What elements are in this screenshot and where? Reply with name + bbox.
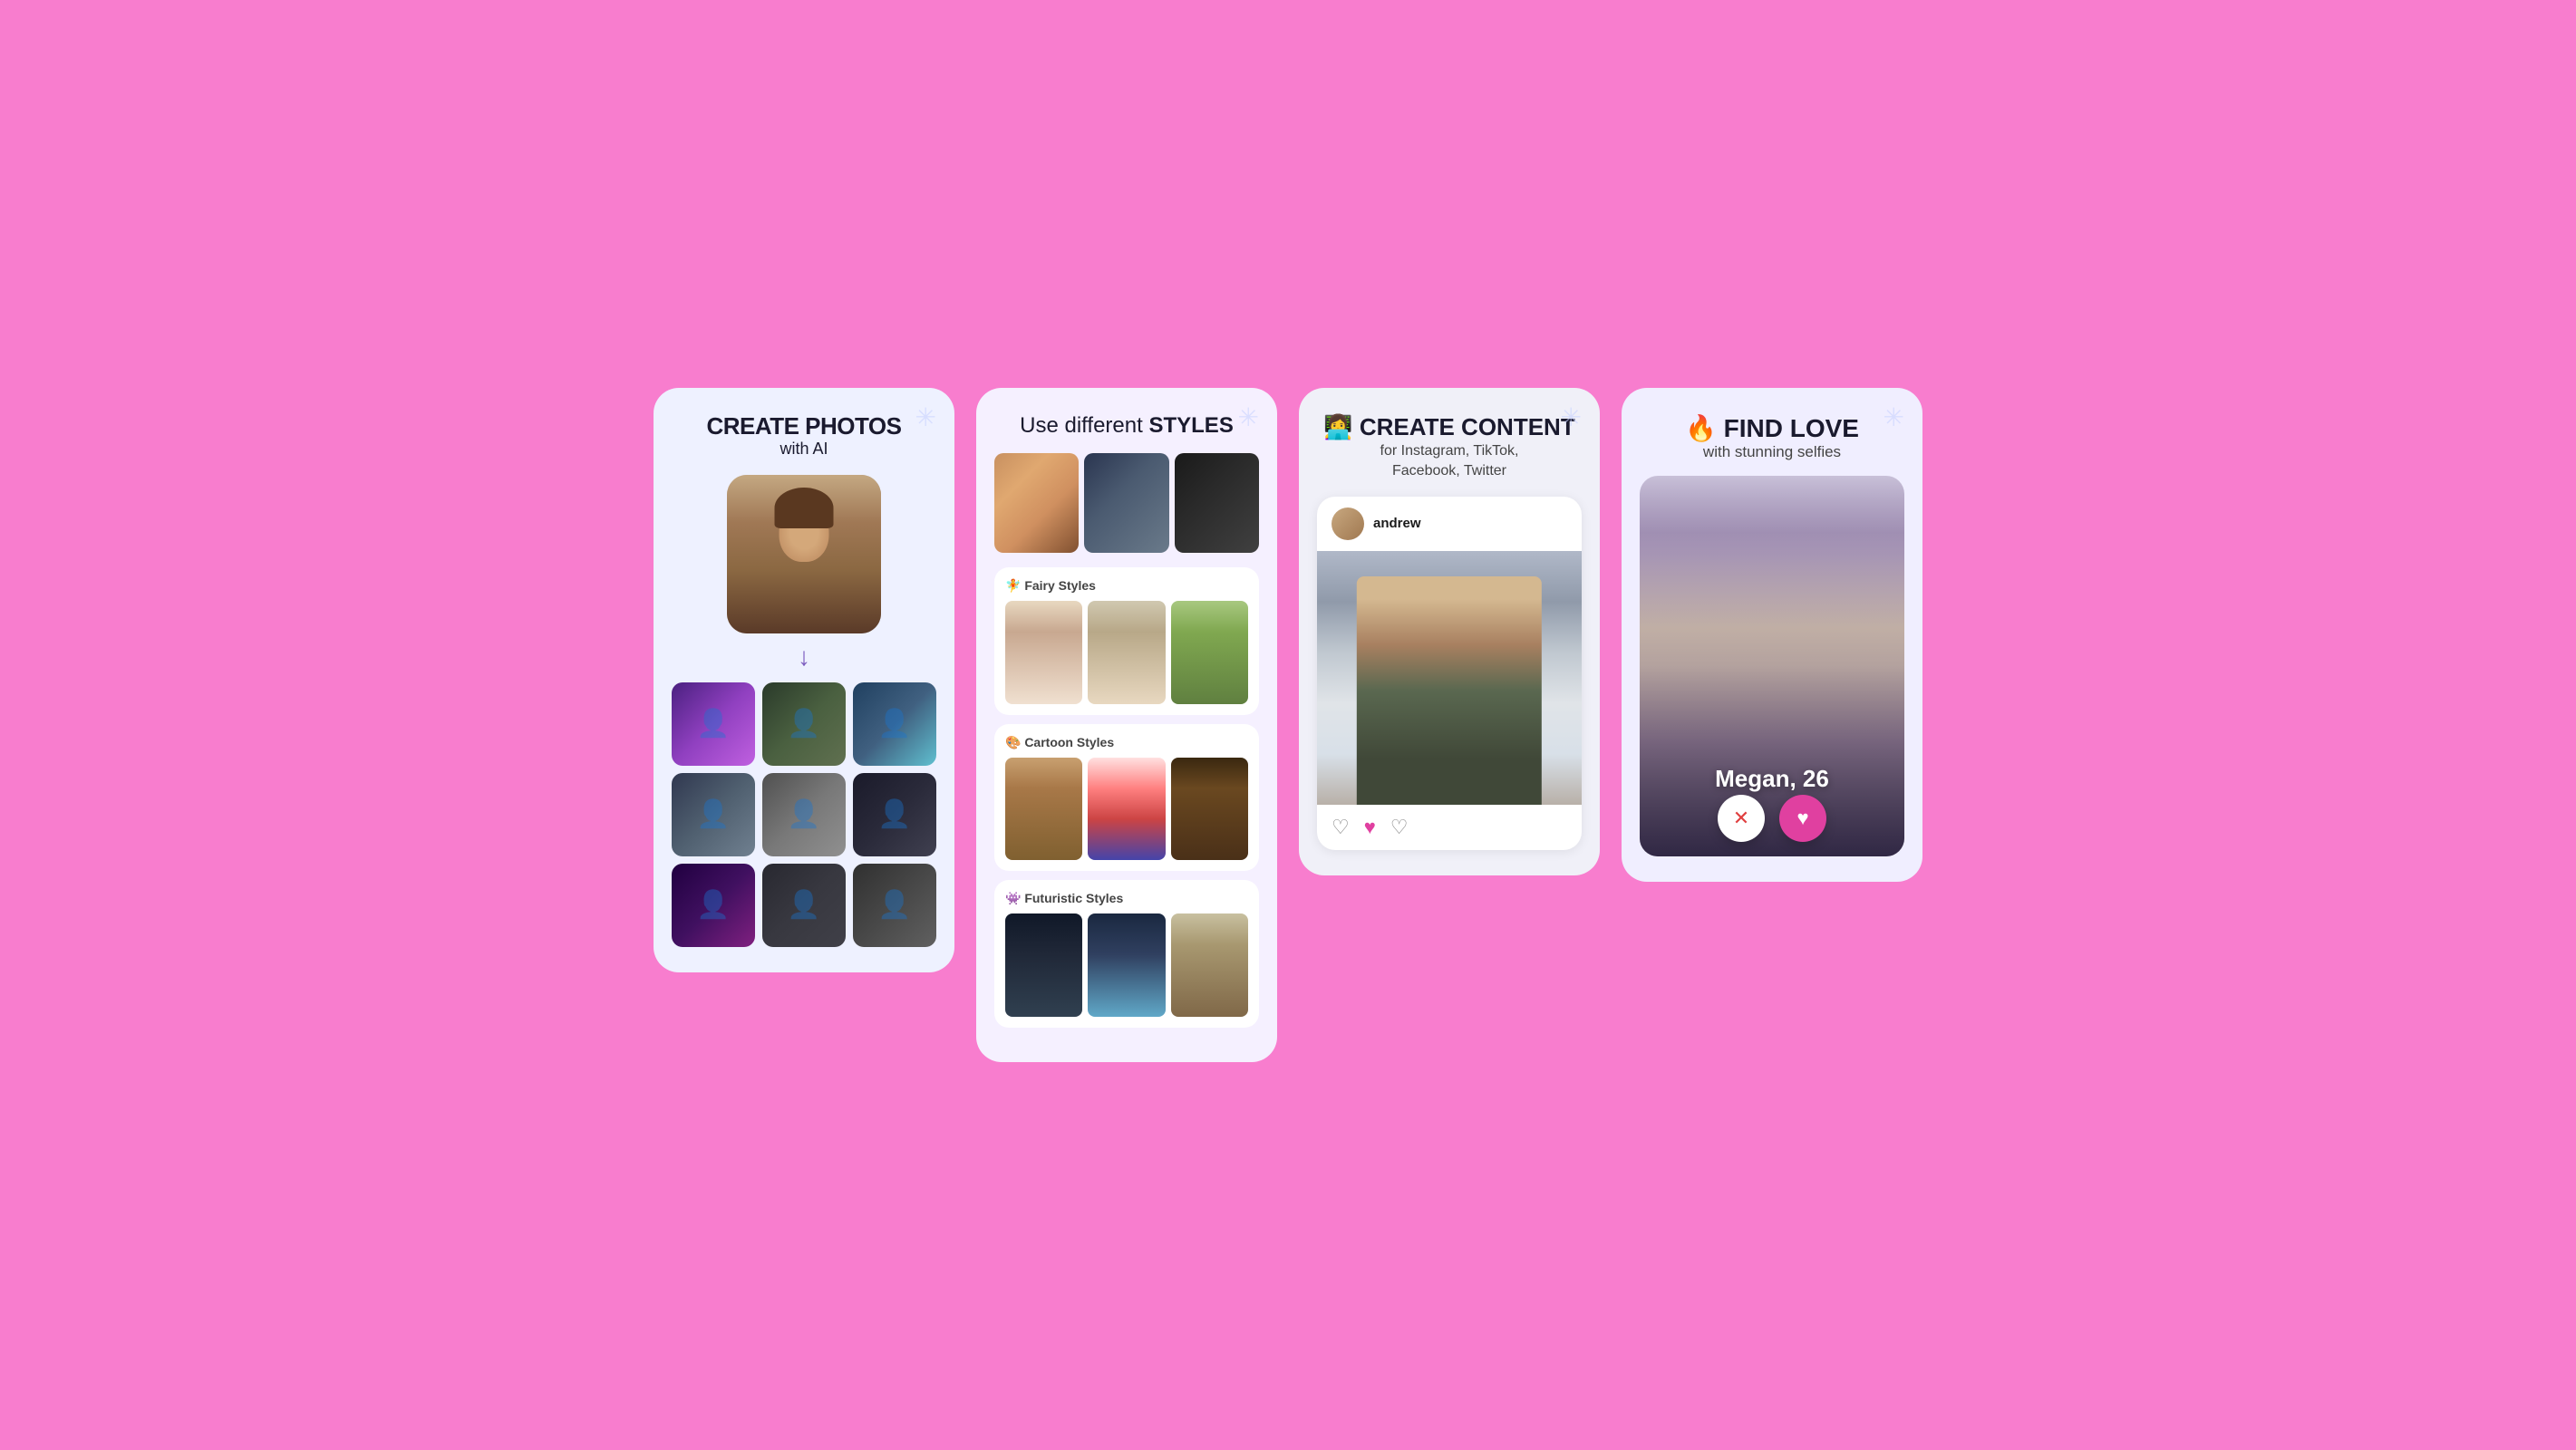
futuristic-img-2 xyxy=(1088,914,1165,1017)
photo-cell-3 xyxy=(853,682,936,766)
person-silhouette xyxy=(727,475,881,633)
find-love-title: 🔥 FIND LOVE xyxy=(1640,413,1904,443)
post-header: andrew xyxy=(1317,497,1582,551)
fairy-img-2 xyxy=(1088,601,1165,704)
photo-cell-2 xyxy=(762,682,846,766)
cartoon-img-2 xyxy=(1088,758,1165,861)
styles-title-bold: STYLES xyxy=(1148,413,1233,438)
styles-title: Use different STYLES xyxy=(994,413,1259,439)
style-img-3 xyxy=(1175,453,1259,553)
create-content-title: 👩‍💻 CREATE CONTENT xyxy=(1317,413,1582,441)
post-actions: ♡ ♥ ♡ xyxy=(1317,805,1582,850)
futuristic-img-1 xyxy=(1005,914,1082,1017)
like-icon-2[interactable]: ♥ xyxy=(1364,816,1376,839)
style-img-2 xyxy=(1084,453,1168,553)
selfie-container xyxy=(672,475,936,633)
card-create-photos: CREATE PHOTOS with AI ↓ xyxy=(654,388,954,972)
like-icon-3[interactable]: ♡ xyxy=(1390,816,1409,839)
love-image-container: Megan, 26 ✕ ♥ xyxy=(1640,476,1904,856)
photo-cell-7 xyxy=(672,864,755,947)
like-button[interactable]: ♥ xyxy=(1779,795,1826,842)
card-find-love: 🔥 FIND LOVE with stunning selfies Megan,… xyxy=(1622,388,1922,882)
fairy-styles-images xyxy=(1005,601,1248,704)
create-photos-title: CREATE PHOTOS xyxy=(672,413,936,440)
styles-title-prefix: Use different xyxy=(1020,413,1148,438)
fairy-img-1 xyxy=(1005,601,1082,704)
card-styles: Use different STYLES 🧚 Fairy Styles 🎨 Ca… xyxy=(976,388,1277,1062)
post-person xyxy=(1357,576,1542,805)
style-img-1 xyxy=(994,453,1079,553)
reject-button[interactable]: ✕ xyxy=(1718,795,1765,842)
main-container: CREATE PHOTOS with AI ↓ Use different ST… xyxy=(654,388,1922,1062)
social-post-card: andrew ♡ ♥ ♡ xyxy=(1317,497,1582,850)
cartoon-styles-label: 🎨 Cartoon Styles xyxy=(1005,735,1248,750)
username-label: andrew xyxy=(1373,516,1421,531)
photo-cell-8 xyxy=(762,864,846,947)
futuristic-styles-label: 👾 Futuristic Styles xyxy=(1005,891,1248,906)
futuristic-img-3 xyxy=(1171,914,1248,1017)
fairy-styles-label: 🧚 Fairy Styles xyxy=(1005,578,1248,594)
styles-top-row xyxy=(994,453,1259,553)
card-create-content: 👩‍💻 CREATE CONTENT for Instagram, TikTok… xyxy=(1299,388,1600,875)
cartoon-styles-images xyxy=(1005,758,1248,861)
photo-cell-6 xyxy=(853,773,936,856)
love-person-name: Megan, 26 xyxy=(1715,765,1829,793)
create-photos-subtitle: with AI xyxy=(672,440,936,459)
create-content-subtitle: for Instagram, TikTok,Facebook, Twitter xyxy=(1317,441,1582,482)
generated-photos-grid xyxy=(672,682,936,947)
photo-cell-5 xyxy=(762,773,846,856)
photo-cell-9 xyxy=(853,864,936,947)
user-avatar xyxy=(1332,508,1364,540)
love-action-buttons: ✕ ♥ xyxy=(1718,795,1826,842)
arrow-down-icon: ↓ xyxy=(672,643,936,672)
fairy-styles-section: 🧚 Fairy Styles xyxy=(994,567,1259,715)
photo-cell-1 xyxy=(672,682,755,766)
cartoon-img-1 xyxy=(1005,758,1082,861)
cartoon-img-3 xyxy=(1171,758,1248,861)
cartoon-styles-section: 🎨 Cartoon Styles xyxy=(994,724,1259,872)
post-image xyxy=(1317,551,1582,805)
fairy-img-3 xyxy=(1171,601,1248,704)
selfie-image xyxy=(727,475,881,633)
futuristic-styles-images xyxy=(1005,914,1248,1017)
futuristic-styles-section: 👾 Futuristic Styles xyxy=(994,880,1259,1028)
like-icon-1[interactable]: ♡ xyxy=(1332,816,1350,839)
photo-cell-4 xyxy=(672,773,755,856)
find-love-subtitle: with stunning selfies xyxy=(1640,443,1904,461)
